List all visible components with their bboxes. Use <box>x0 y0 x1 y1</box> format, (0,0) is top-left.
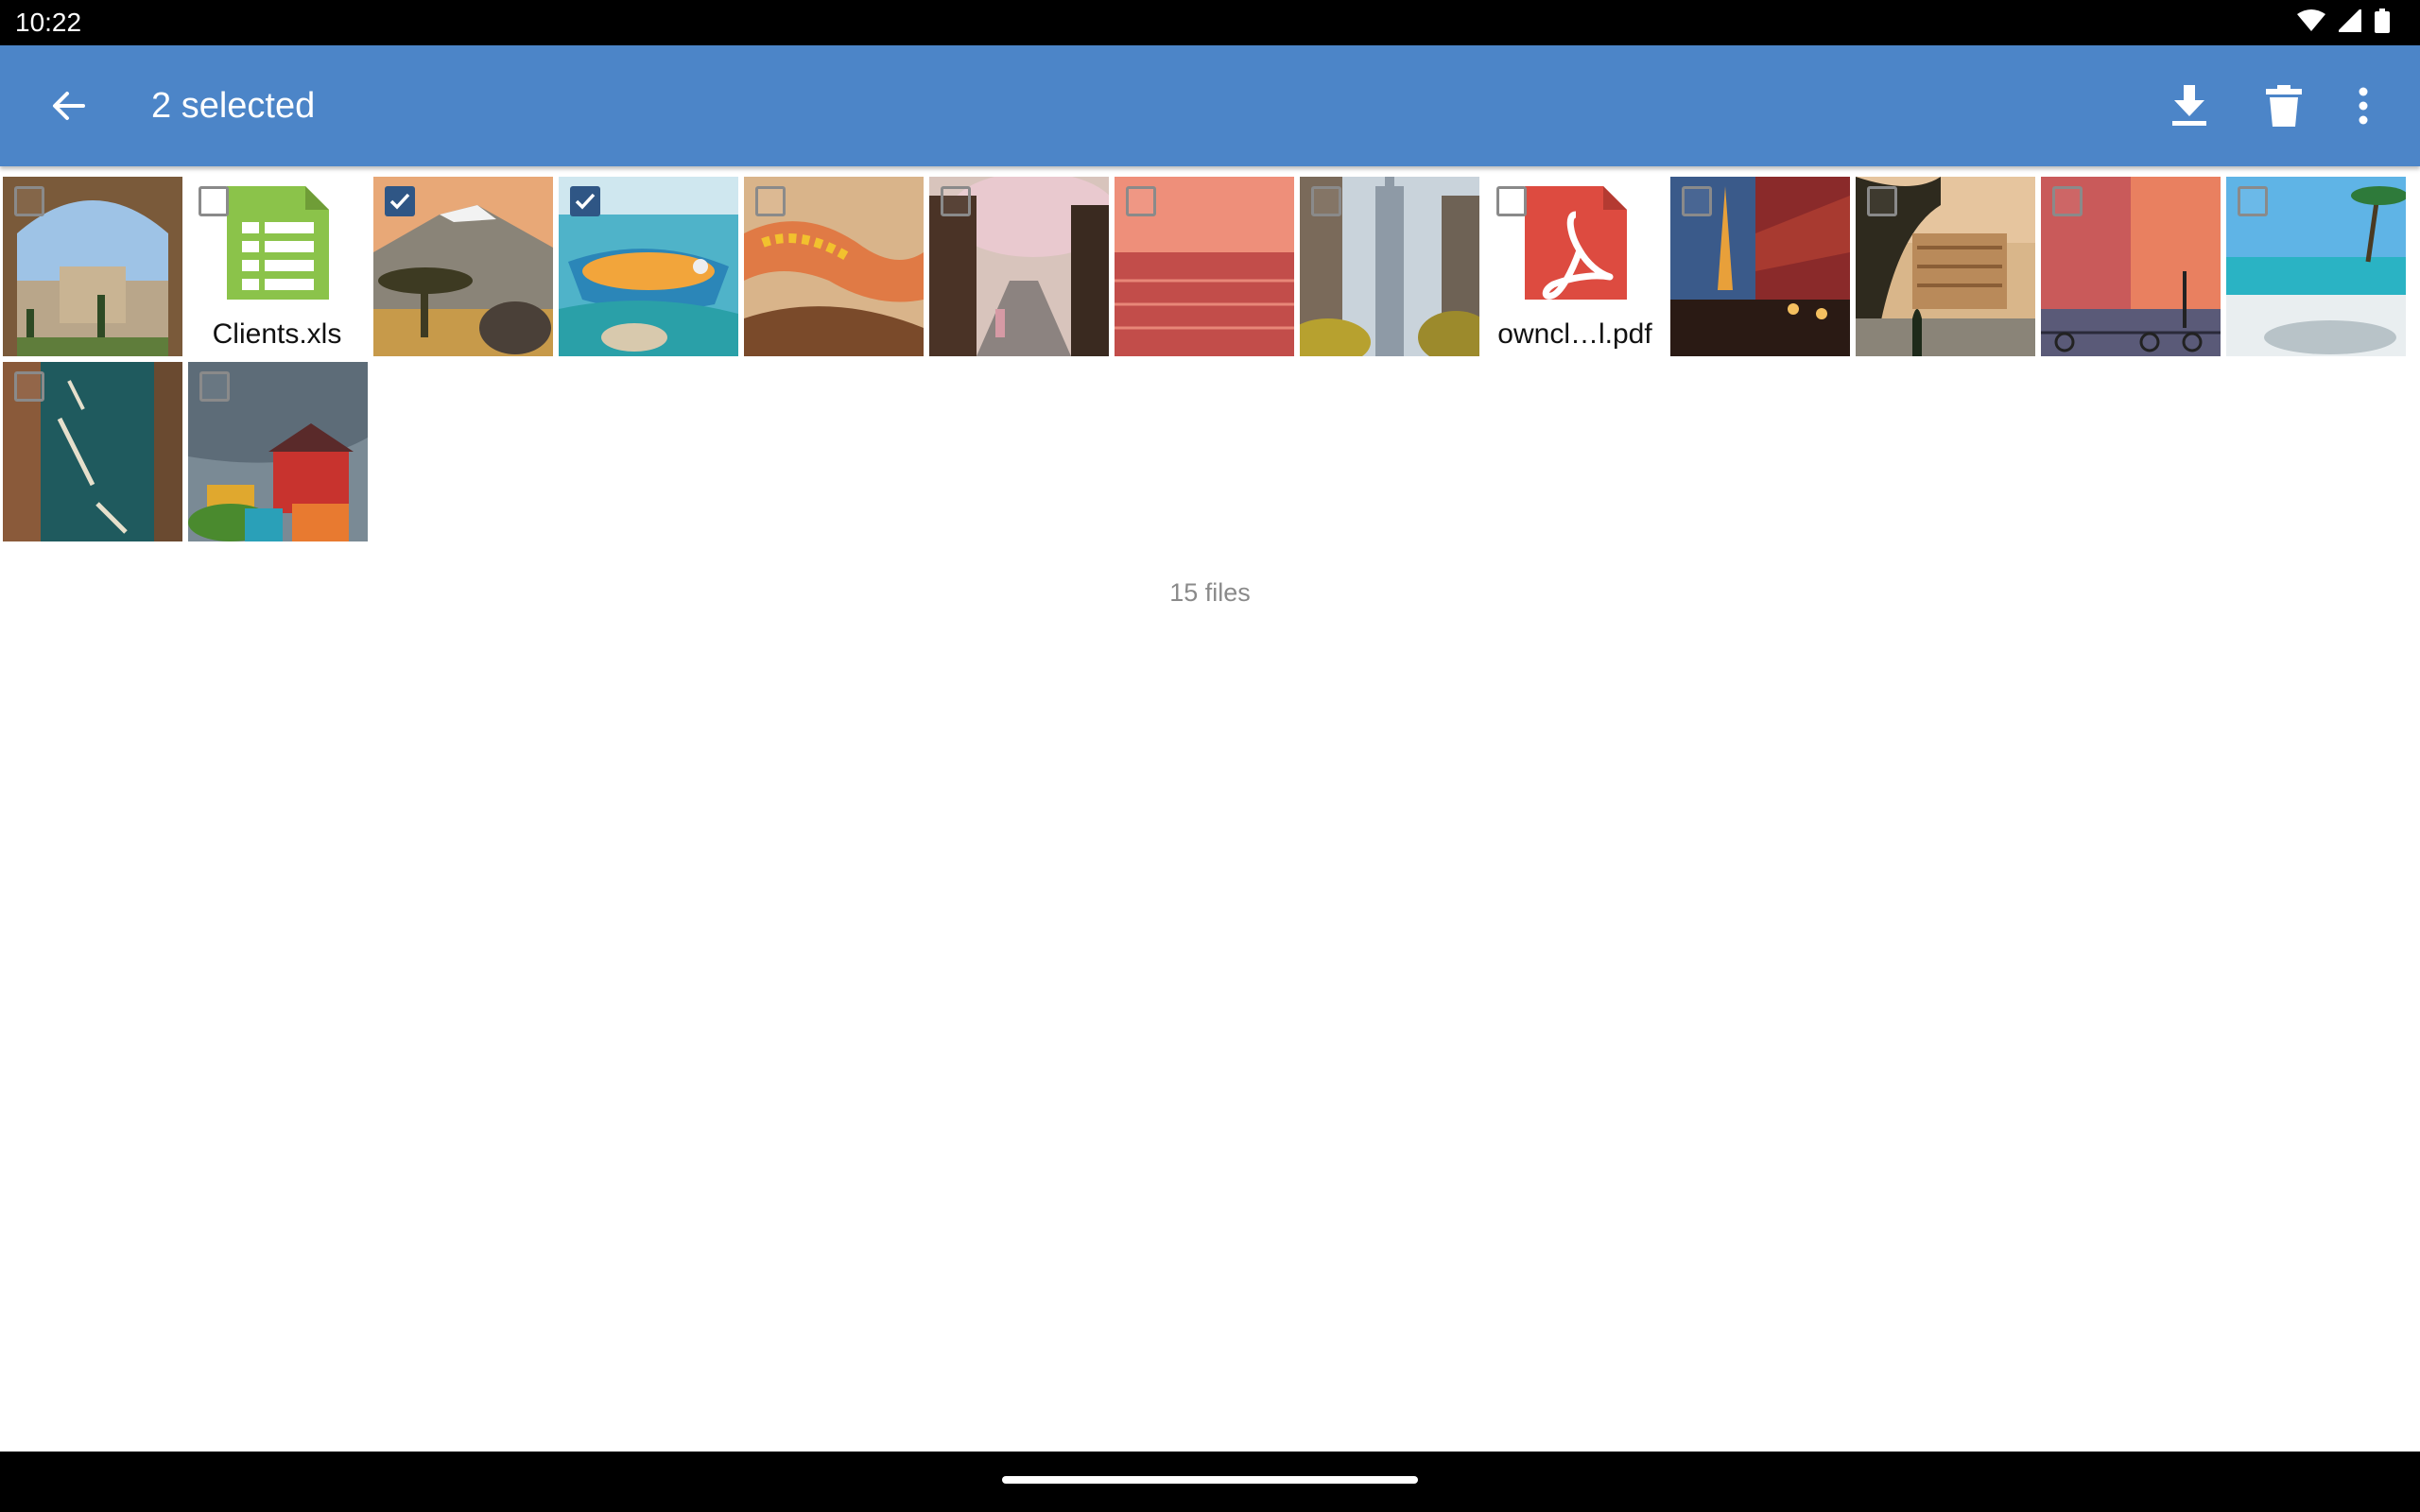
file-tile[interactable] <box>188 362 368 541</box>
selection-checkbox[interactable] <box>941 186 971 216</box>
selection-checkbox[interactable] <box>1311 186 1341 216</box>
selection-checkbox-checked[interactable] <box>385 186 415 216</box>
file-count-label: 15 files <box>1169 578 1251 607</box>
file-tile[interactable] <box>744 177 924 356</box>
selection-count-title: 2 selected <box>151 86 316 126</box>
selection-checkbox[interactable] <box>1867 186 1897 216</box>
wifi-icon <box>2297 9 2325 37</box>
status-bar: 10:22 <box>0 0 2420 45</box>
selection-app-bar: 2 selected <box>0 45 2420 166</box>
selection-checkbox[interactable] <box>14 371 44 402</box>
status-icons <box>2297 5 2390 38</box>
file-tile[interactable] <box>1115 177 1294 356</box>
file-tile[interactable] <box>373 177 553 356</box>
delete-icon[interactable] <box>2254 76 2314 136</box>
selection-checkbox-checked[interactable] <box>570 186 600 216</box>
selection-checkbox[interactable] <box>2052 186 2083 216</box>
navigation-bar <box>0 1452 2420 1512</box>
selection-checkbox[interactable] <box>199 186 229 216</box>
selection-checkbox[interactable] <box>1126 186 1156 216</box>
file-tile[interactable]: Clients.xls <box>187 177 367 356</box>
selection-checkbox[interactable] <box>2238 186 2268 216</box>
file-tile[interactable]: owncl…l.pdf <box>1485 177 1665 356</box>
status-time: 10:22 <box>15 8 82 37</box>
back-arrow-icon[interactable] <box>42 79 95 132</box>
file-tile[interactable] <box>2226 177 2406 356</box>
file-tile[interactable] <box>1300 177 1479 356</box>
selection-checkbox[interactable] <box>199 371 230 402</box>
more-vert-icon[interactable] <box>2333 76 2394 136</box>
file-tile[interactable] <box>2041 177 2221 356</box>
selection-checkbox[interactable] <box>1682 186 1712 216</box>
download-icon[interactable] <box>2159 76 2220 136</box>
signal-icon <box>2335 5 2363 37</box>
file-tile[interactable] <box>559 177 738 356</box>
selection-checkbox[interactable] <box>1496 186 1527 216</box>
battery-icon <box>2375 8 2390 38</box>
file-name-label: owncl…l.pdf <box>1497 318 1652 350</box>
home-gesture-handle[interactable] <box>1002 1476 1418 1484</box>
file-name-label: Clients.xls <box>212 318 342 350</box>
selection-checkbox[interactable] <box>14 186 44 216</box>
selection-checkbox[interactable] <box>755 186 786 216</box>
file-tile[interactable] <box>929 177 1109 356</box>
file-tile[interactable] <box>1856 177 2035 356</box>
file-tile[interactable] <box>1670 177 1850 356</box>
file-tile[interactable] <box>3 177 182 356</box>
file-tile[interactable] <box>3 362 182 541</box>
